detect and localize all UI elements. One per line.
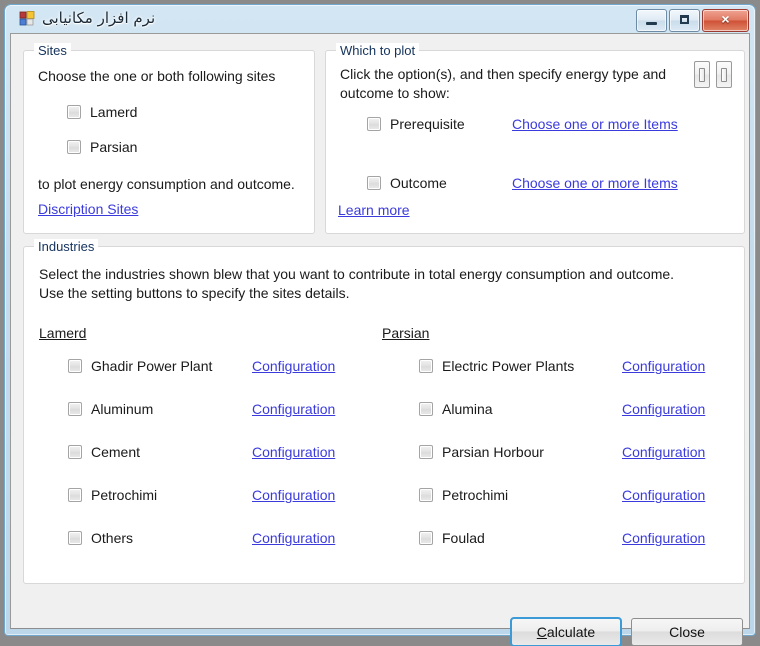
industry-row-cement[interactable]: Cement bbox=[68, 444, 140, 460]
industry-row-electric-power-plants[interactable]: Electric Power Plants bbox=[419, 358, 574, 374]
industry-label-petrochimi-parsian: Petrochimi bbox=[442, 487, 509, 503]
plot-instruction-line1: Click the option(s), and then specify en… bbox=[340, 66, 667, 82]
checkbox-lamerd[interactable] bbox=[67, 105, 81, 119]
sites-instruction: Choose the one or both following sites bbox=[38, 68, 276, 84]
industry-label-alumina: Alumina bbox=[442, 401, 493, 417]
close-button[interactable]: × bbox=[702, 9, 749, 32]
checkbox-petrochimi-parsian[interactable] bbox=[419, 488, 433, 502]
checkbox-others[interactable] bbox=[68, 531, 82, 545]
configuration-link-petrochimi-lamerd[interactable]: Configuration bbox=[252, 487, 335, 503]
maximize-icon bbox=[680, 15, 689, 24]
industry-row-parsian-horbour[interactable]: Parsian Horbour bbox=[419, 444, 544, 460]
configuration-link-electric-power-plants[interactable]: Configuration bbox=[622, 358, 705, 374]
checkbox-alumina[interactable] bbox=[419, 402, 433, 416]
configuration-link-others[interactable]: Configuration bbox=[252, 530, 335, 546]
calculate-button-accel: C bbox=[536, 624, 547, 640]
column-heading-parsian[interactable]: Parsian bbox=[382, 325, 429, 341]
checkbox-cement[interactable] bbox=[68, 445, 82, 459]
close-dialog-button[interactable]: Close bbox=[631, 618, 743, 646]
configuration-link-ghadir-power-plant[interactable]: Configuration bbox=[252, 358, 335, 374]
industry-label-foulad: Foulad bbox=[442, 530, 485, 546]
discription-sites-link[interactable]: Discription Sites bbox=[38, 201, 138, 217]
sites-group: Sites Choose the one or both following s… bbox=[23, 43, 315, 234]
checkbox-electric-power-plants[interactable] bbox=[419, 359, 433, 373]
industry-row-alumina[interactable]: Alumina bbox=[419, 401, 493, 417]
industry-label-petrochimi-lamerd: Petrochimi bbox=[91, 487, 158, 503]
industry-label-parsian-horbour: Parsian Horbour bbox=[442, 444, 544, 460]
settings-button-1[interactable] bbox=[694, 61, 710, 88]
minimize-button[interactable] bbox=[636, 9, 667, 32]
checkbox-row-lamerd[interactable]: Lamerd bbox=[67, 104, 137, 120]
checkbox-outcome[interactable] bbox=[367, 176, 381, 190]
industry-label-ghadir-power-plant: Ghadir Power Plant bbox=[91, 358, 213, 374]
checkbox-foulad[interactable] bbox=[419, 531, 433, 545]
sites-group-legend: Sites bbox=[34, 43, 71, 58]
plot-group-legend: Which to plot bbox=[336, 43, 420, 58]
app-icon bbox=[19, 11, 35, 26]
panel-icon bbox=[699, 68, 705, 82]
configuration-link-foulad[interactable]: Configuration bbox=[622, 530, 705, 546]
application-window: نرم افزار مکانیابی × Sites Choose the on… bbox=[4, 4, 756, 646]
window-title: نرم افزار مکانیابی bbox=[42, 9, 156, 27]
checkbox-label-lamerd: Lamerd bbox=[90, 104, 138, 120]
configuration-link-cement[interactable]: Configuration bbox=[252, 444, 335, 460]
industry-row-foulad[interactable]: Foulad bbox=[419, 530, 485, 546]
industry-label-cement: Cement bbox=[91, 444, 141, 460]
industry-label-electric-power-plants: Electric Power Plants bbox=[442, 358, 575, 374]
calculate-button[interactable]: Calculate bbox=[510, 617, 622, 646]
industries-group-legend: Industries bbox=[34, 239, 99, 254]
industries-instruction-line2: Use the setting buttons to specify the s… bbox=[39, 285, 350, 301]
calculate-button-label: alculate bbox=[546, 624, 596, 640]
panel-icon bbox=[721, 68, 727, 82]
close-icon: × bbox=[721, 11, 730, 27]
checkbox-aluminum[interactable] bbox=[68, 402, 82, 416]
checkbox-row-parsian[interactable]: Parsian bbox=[67, 139, 137, 155]
checkbox-prerequisite[interactable] bbox=[367, 117, 381, 131]
checkbox-label-parsian: Parsian bbox=[90, 139, 138, 155]
dialog-client-area: Sites Choose the one or both following s… bbox=[10, 33, 750, 646]
industry-row-aluminum[interactable]: Aluminum bbox=[68, 401, 153, 417]
maximize-button[interactable] bbox=[669, 9, 700, 32]
configuration-link-petrochimi-parsian[interactable]: Configuration bbox=[622, 487, 705, 503]
checkbox-parsian-horbour[interactable] bbox=[419, 445, 433, 459]
industries-group: Industries Select the industries shown b… bbox=[23, 239, 745, 584]
column-heading-lamerd[interactable]: Lamerd bbox=[39, 325, 86, 341]
industry-row-petrochimi-parsian[interactable]: Petrochimi bbox=[419, 487, 508, 503]
choose-items-link-prerequisite[interactable]: Choose one or more Items bbox=[512, 116, 678, 132]
sites-footnote: to plot energy consumption and outcome. bbox=[38, 176, 295, 192]
industry-row-petrochimi-lamerd[interactable]: Petrochimi bbox=[68, 487, 157, 503]
minimize-icon bbox=[646, 22, 657, 25]
window-controls: × bbox=[636, 9, 749, 32]
configuration-link-alumina[interactable]: Configuration bbox=[622, 401, 705, 417]
learn-more-link[interactable]: Learn more bbox=[338, 202, 410, 218]
checkbox-label-prerequisite: Prerequisite bbox=[390, 116, 465, 132]
industry-label-others: Others bbox=[91, 530, 134, 546]
which-to-plot-group: Which to plot Click the option(s), and t… bbox=[325, 43, 745, 234]
industry-row-others[interactable]: Others bbox=[68, 530, 133, 546]
industry-row-ghadir-power-plant[interactable]: Ghadir Power Plant bbox=[68, 358, 212, 374]
title-bar[interactable]: نرم افزار مکانیابی × bbox=[10, 6, 750, 33]
configuration-link-aluminum[interactable]: Configuration bbox=[252, 401, 335, 417]
checkbox-row-prerequisite[interactable]: Prerequisite bbox=[367, 116, 465, 132]
plot-instruction-line2: outcome to show: bbox=[340, 85, 450, 101]
checkbox-label-outcome: Outcome bbox=[390, 175, 447, 191]
checkbox-ghadir-power-plant[interactable] bbox=[68, 359, 82, 373]
settings-button-2[interactable] bbox=[716, 61, 732, 88]
industry-label-aluminum: Aluminum bbox=[91, 401, 154, 417]
checkbox-petrochimi-lamerd[interactable] bbox=[68, 488, 82, 502]
choose-items-link-outcome[interactable]: Choose one or more Items bbox=[512, 175, 678, 191]
configuration-link-parsian-horbour[interactable]: Configuration bbox=[622, 444, 705, 460]
checkbox-row-outcome[interactable]: Outcome bbox=[367, 175, 447, 191]
industries-instruction-line1: Select the industries shown blew that yo… bbox=[39, 266, 675, 282]
checkbox-parsian[interactable] bbox=[67, 140, 81, 154]
